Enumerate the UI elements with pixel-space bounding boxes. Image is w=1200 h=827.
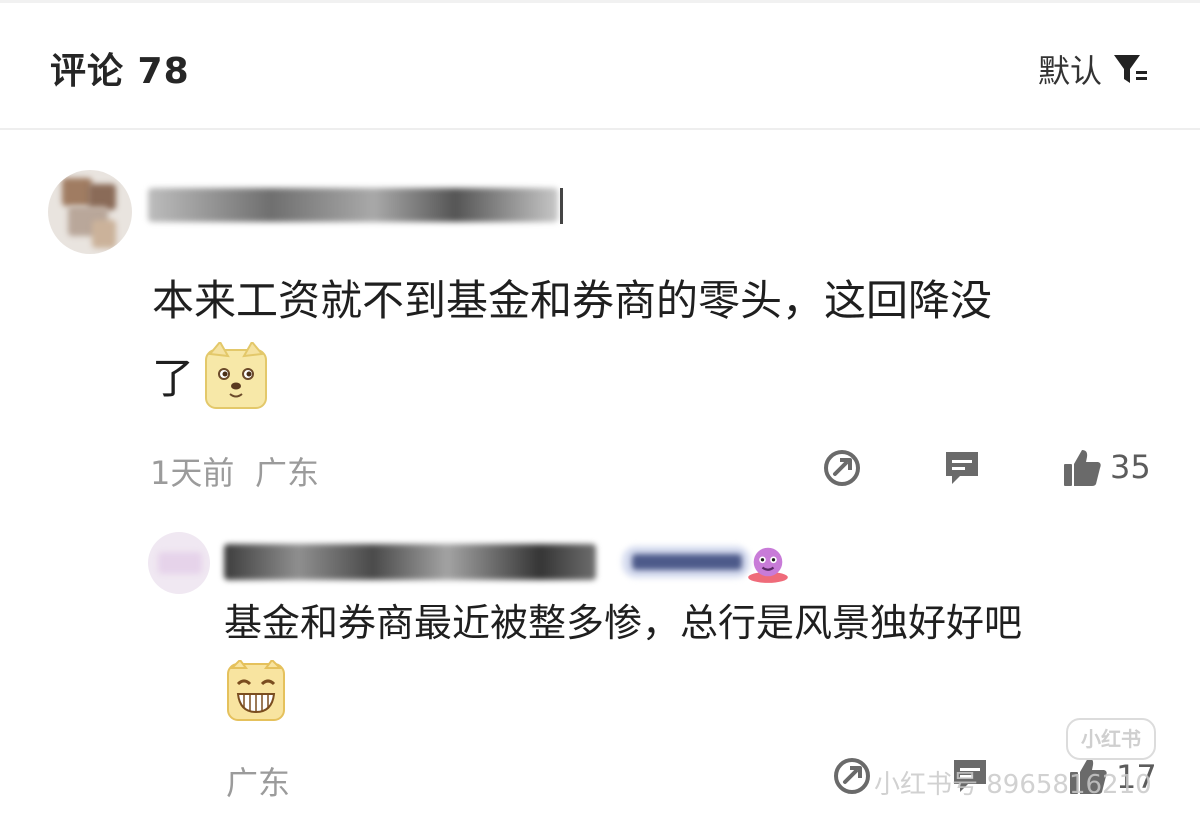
watermark-text: 小红书号 8965816210: [874, 770, 1152, 800]
comment-time: 1天前: [150, 454, 235, 492]
avatar[interactable]: [48, 170, 132, 254]
comment-bubble-icon[interactable]: [940, 446, 984, 490]
grinning-emoji-icon: [227, 660, 285, 721]
reply-share-icon[interactable]: [830, 754, 874, 798]
reply-username-blurred[interactable]: [224, 540, 604, 584]
doge-emoji-icon: [205, 342, 267, 409]
reply-badge-blurred: [622, 544, 752, 580]
comment-count-title: 评论 78: [50, 51, 190, 92]
username-blurred[interactable]: [148, 188, 564, 224]
filter-icon: [1114, 55, 1148, 83]
reply-avatar[interactable]: [148, 532, 210, 594]
comments-header: 评论 78 默认: [0, 0, 1200, 130]
reply-text: 基金和券商最近被整多惨，总行是风景独好好吧: [224, 601, 1023, 645]
comment-text-line2: 了: [152, 354, 195, 403]
reply-location: 广东: [226, 764, 291, 802]
badge-mascot-icon: [748, 547, 788, 583]
sort-label: 默认: [1038, 52, 1103, 90]
thumbs-up-icon[interactable]: [1060, 446, 1104, 490]
share-icon[interactable]: [820, 446, 864, 490]
like-count: 35: [1110, 448, 1151, 486]
comment-text-line1: 本来工资就不到基金和券商的零头，这回降没: [152, 276, 993, 325]
sort-button[interactable]: 默认: [1038, 46, 1150, 92]
comment-location: 广东: [255, 454, 320, 492]
watermark-badge: 小红书: [1066, 718, 1156, 760]
